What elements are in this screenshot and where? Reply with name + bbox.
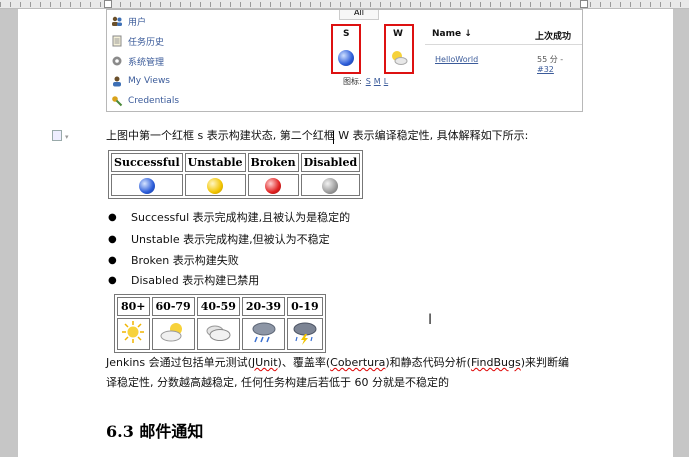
build-status-table: Successful Unstable Broken Disabled: [108, 150, 364, 199]
partly-cloudy-icon: [392, 51, 408, 65]
icon-size-legend: 图标: S M L: [343, 77, 389, 86]
tab-all: All: [339, 10, 379, 20]
bullet-item[interactable]: Successful 表示完成构建,且被认为是稳定的: [131, 209, 350, 225]
gear-icon: [111, 55, 123, 67]
yellow-ball-icon: [207, 178, 224, 194]
summary-paragraph-line2[interactable]: 译稳定性, 分数越高越稳定, 任何任务构建后若低于 60 分就是不稳定的: [106, 375, 449, 391]
blue-ball-icon: [138, 178, 155, 194]
rain-icon: [252, 322, 275, 343]
sunny-icon: [122, 321, 145, 343]
sidebar-item-label: 系统管理: [128, 57, 165, 68]
sidebar-item-manage: 系统管理: [111, 52, 164, 70]
status-cell: [300, 174, 361, 196]
status-cell: [184, 174, 246, 196]
weather-header: 80+: [117, 297, 150, 316]
weather-header: 20-39: [241, 297, 286, 316]
red-ball-icon: [265, 178, 282, 194]
status-header: Broken: [247, 153, 299, 172]
cloudy-icon: [206, 325, 231, 341]
bullet-item[interactable]: Unstable 表示完成构建,但被认为不稳定: [131, 231, 330, 247]
partly-cloudy-icon: [160, 323, 183, 342]
sidebar-item-history: 任务历史: [111, 32, 164, 50]
bullet-icon: ●: [108, 212, 117, 223]
weather-header: 60-79: [151, 297, 195, 316]
size-m: M: [373, 77, 381, 86]
bullet-item[interactable]: Disabled 表示构建已禁用: [131, 272, 259, 288]
column-header-last-success: 上次成功: [535, 32, 572, 42]
status-cell: [247, 174, 299, 196]
sidebar-item-credentials: Credentials: [111, 92, 179, 110]
size-l: L: [383, 77, 389, 86]
ruler-indent-handle[interactable]: [104, 0, 112, 8]
blue-ball-icon: [338, 50, 354, 66]
sidebar-item-users: 用户: [111, 12, 146, 30]
section-heading[interactable]: 6.3 邮件通知: [106, 418, 203, 442]
last-success-cell: 55 分 - #32: [537, 55, 564, 74]
text-caret: [333, 131, 334, 144]
grey-ball-icon: [322, 178, 339, 194]
sidebar-item-label: 任务历史: [128, 37, 165, 48]
status-cell: [111, 174, 183, 196]
text-cursor-ibeam-icon: Ι: [428, 312, 433, 328]
bullet-item[interactable]: Broken 表示构建失败: [131, 252, 239, 268]
user-icon: [111, 75, 123, 87]
weather-header: 0-19: [287, 297, 323, 316]
jenkins-screenshot-image: All 用户 任务历史 系统管理 My Views Credentials S …: [106, 9, 583, 112]
status-header: Successful: [111, 153, 183, 172]
column-header-s: S: [343, 29, 350, 39]
summary-paragraph-line1[interactable]: Jenkins 会通过包括单元测试(JUnit)、覆盖率(Cobertura)和…: [106, 355, 569, 371]
status-header: Disabled: [300, 153, 361, 172]
bullet-icon: ●: [108, 255, 117, 266]
column-header-w: W: [393, 29, 403, 39]
status-header: Unstable: [184, 153, 246, 172]
key-icon: [111, 95, 123, 107]
column-header-name: Name ↓: [432, 29, 472, 39]
weather-score-table: 80+ 60-79 40-59 20-39 0-19: [114, 294, 326, 353]
weather-header: 40-59: [196, 297, 240, 316]
build-link: #32: [537, 65, 554, 74]
paragraph-options-icon[interactable]: [52, 130, 62, 141]
sidebar-item-label: Credentials: [128, 96, 180, 106]
job-link-helloworld: HelloWorld: [435, 55, 479, 64]
intro-paragraph[interactable]: 上图中第一个红框 s 表示构建状态, 第二个红框 W 表示编译稳定性, 具体解释…: [106, 128, 528, 144]
horizontal-ruler[interactable]: [0, 0, 689, 9]
table-divider: [425, 44, 582, 45]
thunderstorm-icon: [293, 322, 317, 345]
sidebar-item-label: My Views: [128, 76, 170, 86]
weather-cell: [287, 318, 323, 350]
ruler-right-margin-handle[interactable]: [580, 0, 588, 8]
weather-cell: [196, 318, 240, 350]
weather-cell: [151, 318, 195, 350]
size-s: S: [365, 77, 371, 86]
sidebar-item-my-views: My Views: [111, 72, 170, 90]
sidebar-item-label: 用户: [128, 17, 147, 28]
weather-cell: [117, 318, 150, 350]
bullet-icon: ●: [108, 234, 117, 245]
chevron-down-icon[interactable]: ▾: [65, 133, 69, 141]
people-icon: [111, 15, 123, 27]
document-page[interactable]: All 用户 任务历史 系统管理 My Views Credentials S …: [18, 9, 673, 457]
notepad-icon: [111, 35, 123, 47]
bullet-icon: ●: [108, 275, 117, 286]
weather-cell: [241, 318, 286, 350]
